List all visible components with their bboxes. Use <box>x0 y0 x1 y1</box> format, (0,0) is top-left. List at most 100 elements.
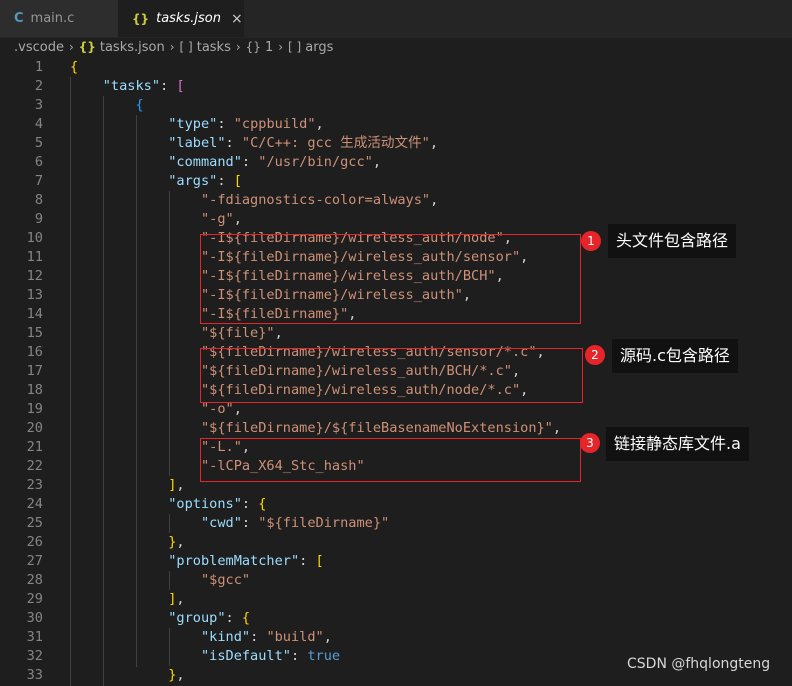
line-content: "kind": "build", <box>200 629 332 645</box>
line-content: "args": [ <box>168 173 242 189</box>
json-key: "args" <box>168 173 218 189</box>
code-line: 26 }, <box>0 533 792 552</box>
line-content: "type": "cppbuild", <box>168 116 324 132</box>
annotation-number-badge: 2 <box>585 345 605 365</box>
line-number: 28 <box>26 572 43 588</box>
line-number: 10 <box>26 230 43 246</box>
line-number: 13 <box>26 287 43 303</box>
line-number: 19 <box>26 401 43 417</box>
line-number: 4 <box>34 116 43 132</box>
line-number: 23 <box>26 477 43 493</box>
line-number: 7 <box>34 173 43 189</box>
code-line: 6 "command": "/usr/bin/gcc", <box>0 153 792 172</box>
line-number: 21 <box>26 439 43 455</box>
line-number: 16 <box>26 344 43 360</box>
line-number: 22 <box>26 458 43 474</box>
line-content: "${fileDirname}/${fileBasenameNoExtensio… <box>200 420 562 436</box>
code-line: 4 "type": "cppbuild", <box>0 115 792 134</box>
json-string: "${file}" <box>200 325 275 341</box>
line-number: 2 <box>34 78 43 94</box>
json-key: "problemMatcher" <box>168 553 300 569</box>
c-file-icon: C <box>14 11 24 26</box>
json-string: "${fileDirname}" <box>258 515 390 531</box>
annotation-number-badge: 1 <box>581 231 601 251</box>
line-content: "command": "/usr/bin/gcc", <box>168 154 382 170</box>
tab-main-c[interactable]: C main.c <box>0 0 118 37</box>
breadcrumb-args[interactable]: args <box>305 40 333 55</box>
json-boolean: true <box>307 648 341 664</box>
line-number: 14 <box>26 306 43 322</box>
brace: { <box>70 59 79 75</box>
line-number: 18 <box>26 382 43 398</box>
json-key: "isDefault" <box>200 648 291 664</box>
json-string: "C/C++: gcc 生成活动文件" <box>241 135 430 151</box>
array-icon: [ ] <box>179 40 193 54</box>
line-number: 27 <box>26 553 43 569</box>
line-number: 25 <box>26 515 43 531</box>
line-number: 20 <box>26 420 43 436</box>
annotation-box-source-paths <box>200 348 583 403</box>
line-number: 9 <box>34 211 43 227</box>
chevron-right-icon: › <box>68 40 74 54</box>
json-string: "$gcc" <box>200 572 251 588</box>
line-content: { <box>135 97 144 113</box>
line-content: "tasks": [ <box>102 78 185 94</box>
line-number: 11 <box>26 249 43 265</box>
line-number: 24 <box>26 496 43 512</box>
line-content: }, <box>168 534 185 550</box>
code-line: 30 "group": { <box>0 609 792 628</box>
line-number: 32 <box>26 648 43 664</box>
code-line: 5 "label": "C/C++: gcc 生成活动文件", <box>0 134 792 153</box>
json-string: "-fdiagnostics-color=always" <box>200 192 431 208</box>
json-string: "/usr/bin/gcc" <box>258 154 373 170</box>
json-key: "options" <box>168 496 242 512</box>
json-string: "-o" <box>200 401 234 417</box>
line-content: "label": "C/C++: gcc 生成活动文件", <box>168 135 439 151</box>
json-key: "tasks" <box>102 78 161 94</box>
editor-tab-bar: C main.c {} tasks.json × <box>0 0 792 38</box>
line-number: 8 <box>34 192 43 208</box>
chevron-right-icon: › <box>169 40 175 54</box>
breadcrumb-file[interactable]: tasks.json <box>100 40 165 55</box>
line-number: 26 <box>26 534 43 550</box>
line-number: 15 <box>26 325 43 341</box>
tab-tasks-json[interactable]: {} tasks.json × <box>118 0 244 37</box>
code-line: 2 "tasks": [ <box>0 77 792 96</box>
json-key: "group" <box>168 610 226 626</box>
line-number: 29 <box>26 591 43 607</box>
array-icon: [ ] <box>288 40 302 54</box>
json-key: "kind" <box>200 629 251 645</box>
code-line: 8 "-fdiagnostics-color=always", <box>0 191 792 210</box>
line-content: "problemMatcher": [ <box>168 553 324 569</box>
line-content: { <box>70 58 78 77</box>
line-content: "cwd": "${fileDirname}" <box>200 515 390 531</box>
chevron-right-icon: › <box>278 40 284 54</box>
breadcrumb-tasks[interactable]: tasks <box>197 40 231 55</box>
line-content: "-g", <box>200 211 242 227</box>
line-number: 5 <box>34 135 43 151</box>
annotation-number-badge: 3 <box>580 433 600 453</box>
line-content: ], <box>168 477 185 493</box>
line-content: "-fdiagnostics-color=always", <box>200 192 439 208</box>
line-content: }, <box>168 667 185 683</box>
code-line: 25 "cwd": "${fileDirname}" <box>0 514 792 533</box>
line-content: "${file}", <box>200 325 283 341</box>
json-key: "type" <box>168 116 218 132</box>
line-number: 12 <box>26 268 43 284</box>
json-file-icon: {} <box>78 40 96 54</box>
breadcrumb-index[interactable]: 1 <box>265 40 273 55</box>
json-string: "build" <box>266 629 324 645</box>
json-string: "cppbuild" <box>233 116 316 132</box>
annotation-callout: 源码.c包含路径 <box>612 339 738 373</box>
code-line: 24 "options": { <box>0 495 792 514</box>
json-string: "-g" <box>200 211 234 227</box>
line-content: ], <box>168 591 185 607</box>
close-icon[interactable]: × <box>231 11 243 27</box>
code-line: 1{ <box>0 58 792 77</box>
line-number: 6 <box>34 154 43 170</box>
tab-label: main.c <box>30 11 75 26</box>
object-icon: {} <box>245 40 261 54</box>
breadcrumb-folder[interactable]: .vscode <box>14 40 64 55</box>
code-line: 28 "$gcc" <box>0 571 792 590</box>
breadcrumb: .vscode › {} tasks.json › [ ] tasks › {}… <box>0 37 792 57</box>
